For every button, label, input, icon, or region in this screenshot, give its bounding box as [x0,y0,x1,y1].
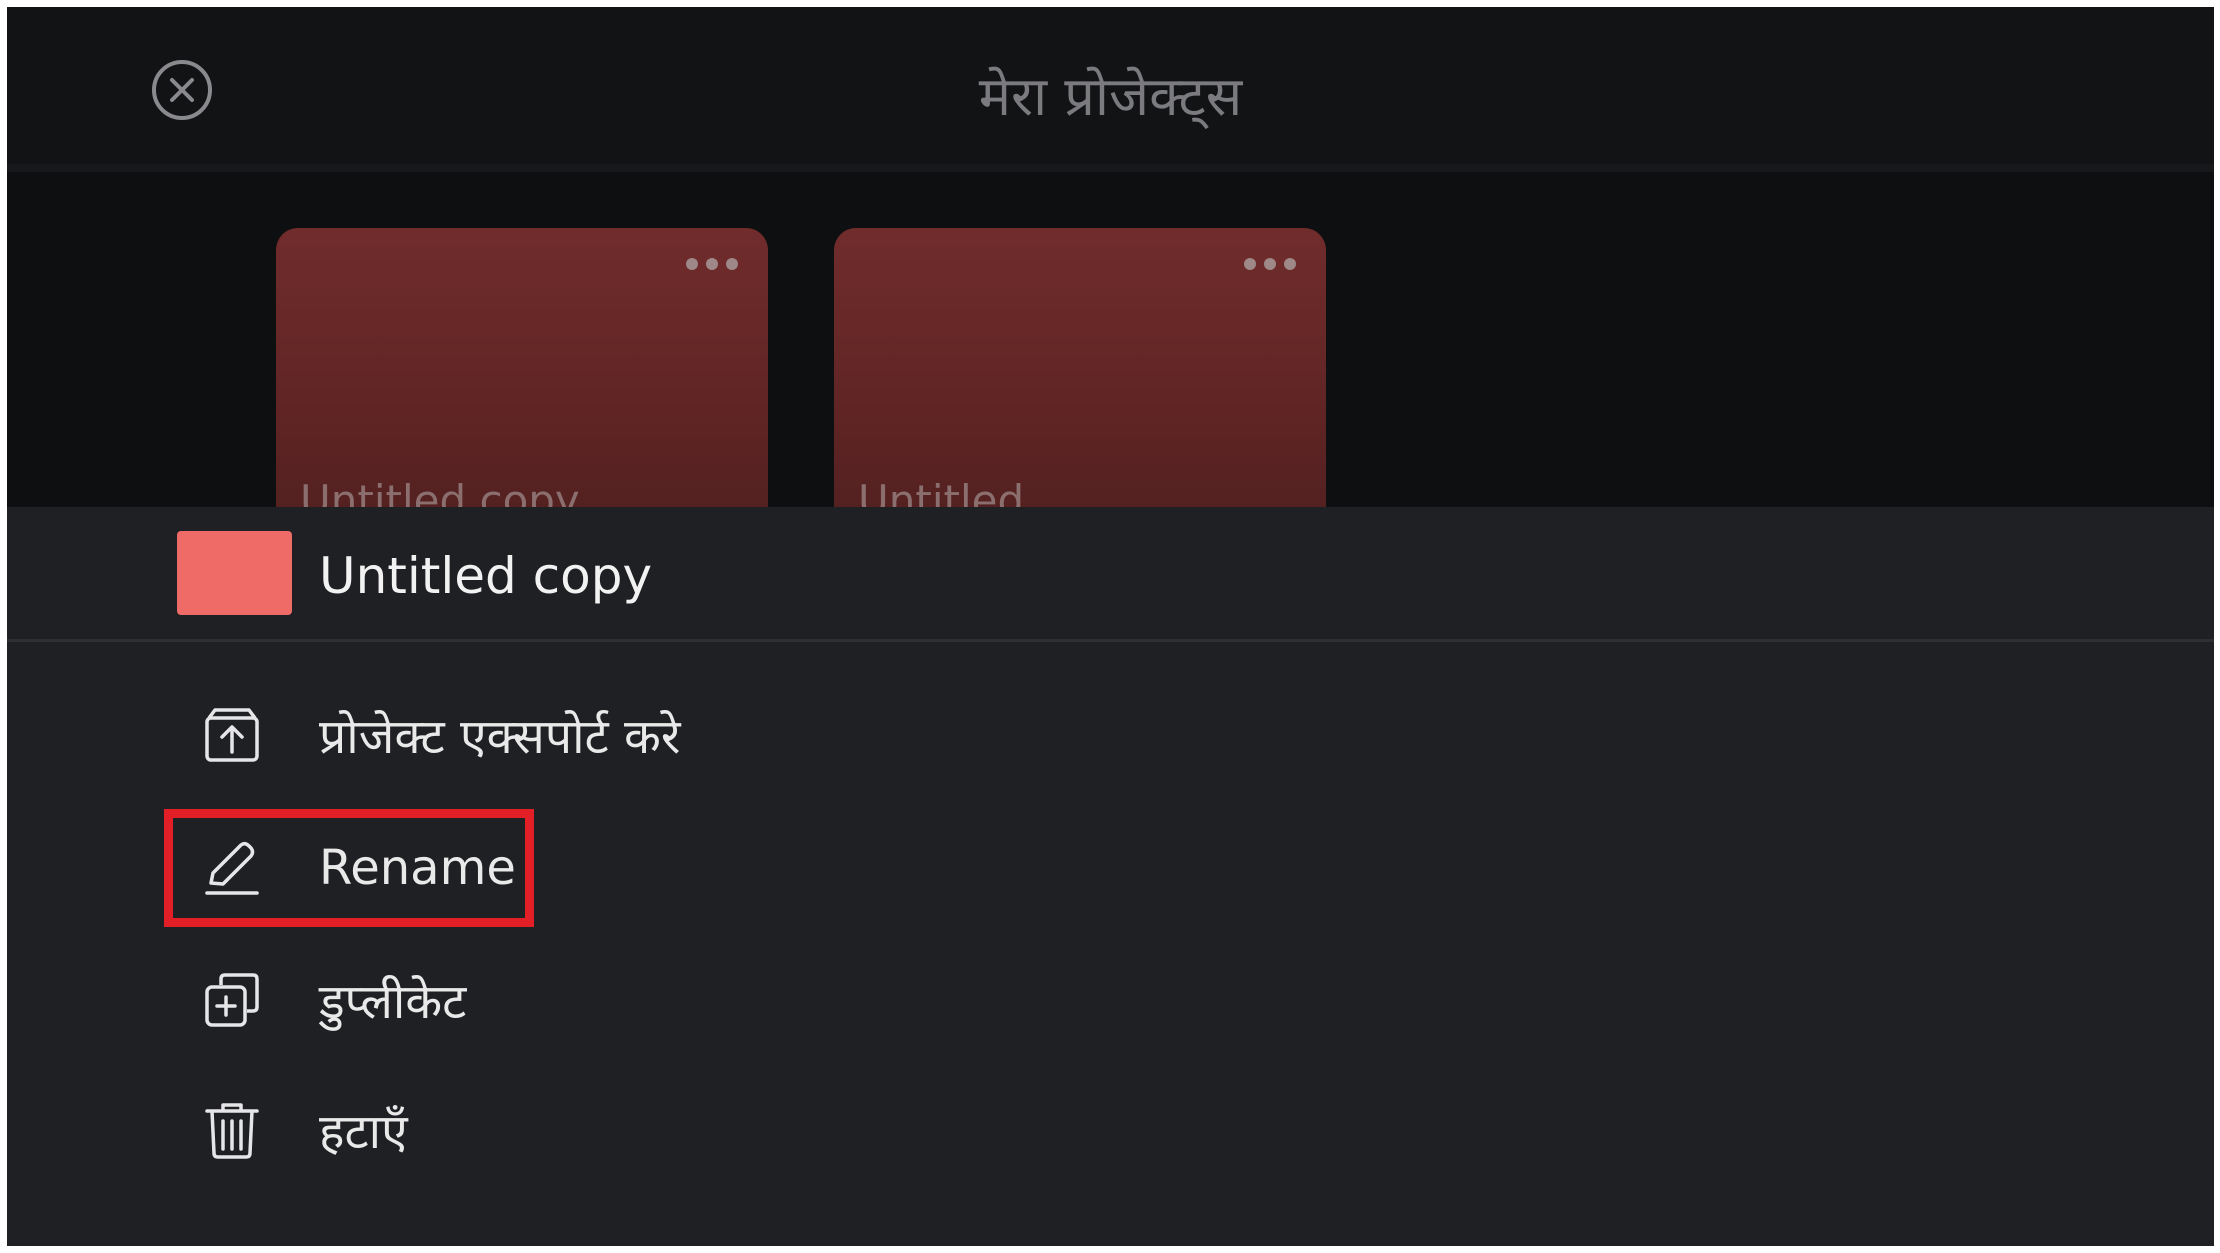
project-card[interactable]: Untitled copy [276,228,768,548]
duplicate-button[interactable]: डुप्लीकेट [197,955,466,1045]
action-sheet-header: Untitled copy [7,507,2214,639]
duplicate-label: डुप्लीकेट [319,973,467,1030]
export-project-button[interactable]: प्रोजेक्ट एक्सपोर्ट करे [197,690,680,780]
page-title: मेरा प्रोजेक्ट्स [978,65,1243,128]
app-screen: मेरा प्रोजेक्ट्स Untitled copy Untitled … [7,7,2214,1246]
delete-label: हटाएँ [319,1103,408,1160]
export-icon [197,700,267,770]
project-card[interactable]: Untitled [834,228,1326,548]
project-color-swatch [177,531,292,615]
rename-highlight-box [164,809,534,927]
header-divider [7,164,2214,172]
divider [7,639,2214,642]
more-horizontal-icon[interactable] [1244,258,1296,270]
trash-icon [197,1095,267,1165]
more-horizontal-icon[interactable] [686,258,738,270]
delete-button[interactable]: हटाएँ [197,1085,408,1175]
action-sheet-project-name: Untitled copy [319,547,653,605]
duplicate-icon [197,965,267,1035]
action-sheet: Untitled copy प्रोजेक्ट एक्सपोर्ट करे Re… [7,507,2214,1246]
header-bar: मेरा प्रोजेक्ट्स [7,7,2214,164]
export-project-label: प्रोजेक्ट एक्सपोर्ट करे [319,708,681,765]
